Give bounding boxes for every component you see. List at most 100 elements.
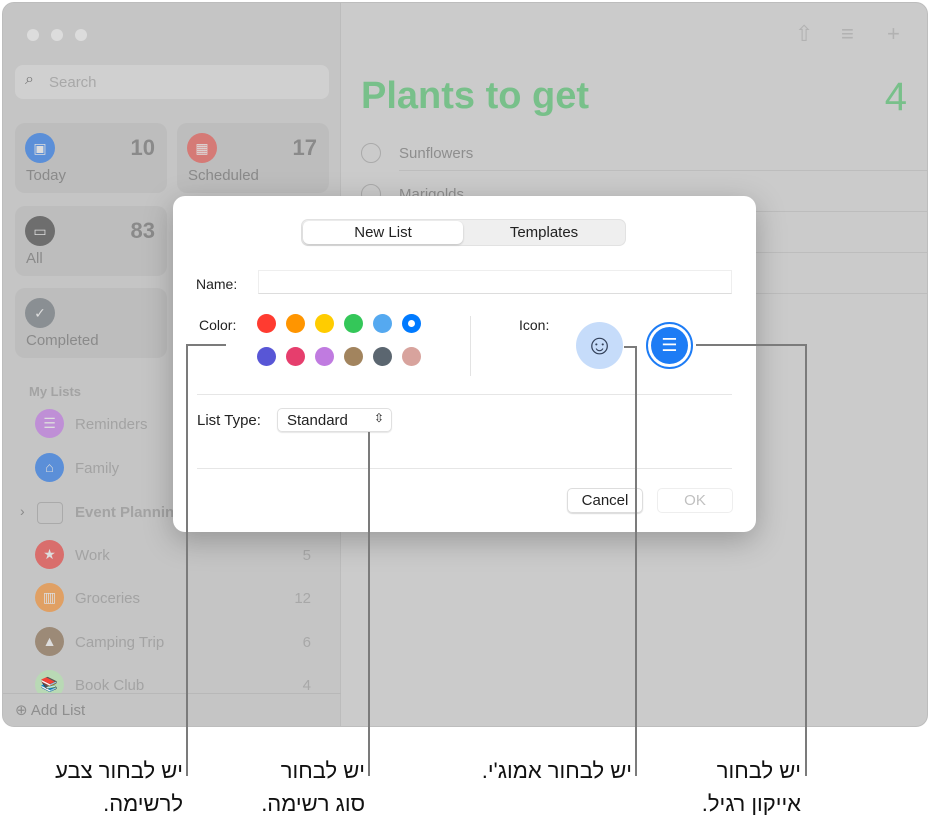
folder-icon <box>37 502 63 524</box>
count: 4 <box>302 677 311 693</box>
list-count: 4 <box>884 75 907 119</box>
callout-line <box>368 432 370 776</box>
color-swatch[interactable] <box>402 314 421 333</box>
divider <box>197 394 732 395</box>
count: 12 <box>294 590 311 607</box>
my-lists-header: My Lists <box>29 384 82 399</box>
label: Book Club <box>75 677 145 693</box>
color-swatch[interactable] <box>402 347 421 366</box>
divider <box>3 693 341 694</box>
smart-list-all[interactable]: ▭ 83 All <box>15 206 167 276</box>
list-item-book-club[interactable]: 📚 Book Club 4 <box>3 665 341 693</box>
minimize-button[interactable] <box>51 29 63 41</box>
callout-line <box>696 344 806 346</box>
color-swatch[interactable] <box>257 314 276 333</box>
label: Today <box>26 167 67 184</box>
new-list-dialog: New List Templates Name: Color: Icon: ☺ … <box>173 196 756 532</box>
checkbox[interactable] <box>361 143 381 163</box>
search-placeholder: Search <box>49 74 97 91</box>
reminder-title: Sunflowers <box>399 145 474 162</box>
ok-button[interactable]: OK <box>657 488 733 513</box>
tent-icon: ▲ <box>35 627 64 656</box>
smart-list-today[interactable]: ▣ 10 Today <box>15 123 167 193</box>
count: 17 <box>292 135 317 160</box>
smiley-icon: ☺ <box>585 329 614 360</box>
callout-emoji: יש לבחור אמוג'י. <box>481 758 632 783</box>
color-swatch[interactable] <box>373 314 392 333</box>
calendar-icon: ▦ <box>187 133 217 163</box>
color-swatch[interactable] <box>286 314 305 333</box>
color-swatch[interactable] <box>315 347 334 366</box>
color-swatch[interactable] <box>373 347 392 366</box>
divider <box>197 468 732 469</box>
color-swatch[interactable] <box>315 314 334 333</box>
callout-line <box>635 346 637 776</box>
smart-list-completed[interactable]: ✓ Completed <box>15 288 167 358</box>
count: 10 <box>130 135 155 160</box>
search-icon: ⌕ <box>25 71 34 88</box>
list-icon: ☰ <box>35 409 64 438</box>
add-list-label: Add List <box>30 702 86 719</box>
search-input[interactable]: ⌕ Search <box>15 65 329 99</box>
list-icon: ☰ <box>651 327 688 364</box>
color-swatch[interactable] <box>344 347 363 366</box>
close-button[interactable] <box>27 29 39 41</box>
callout-line <box>805 344 807 776</box>
count: 6 <box>302 634 311 651</box>
label: Scheduled <box>188 167 259 184</box>
label: Camping Trip <box>75 634 165 651</box>
emoji-icon-button[interactable]: ☺ <box>576 322 623 369</box>
zoom-button[interactable] <box>75 29 87 41</box>
callout-line <box>187 344 226 346</box>
star-icon: ★ <box>35 540 64 569</box>
reminder-item[interactable]: Sunflowers <box>361 137 927 178</box>
label: All <box>26 250 43 267</box>
tray-icon: ▭ <box>25 216 55 246</box>
divider <box>399 170 927 171</box>
chevron-right-icon[interactable]: › <box>20 503 25 519</box>
color-swatch[interactable] <box>286 347 305 366</box>
callout-color: יש לבחור צבע לרשימה. <box>55 758 183 816</box>
callout-standard-icon: יש לבחור אייקון רגיל. <box>701 758 801 816</box>
list-options-icon[interactable]: ≡ <box>841 21 854 47</box>
label: Groceries <box>75 590 141 607</box>
add-list-button[interactable]: ⊕ Add List <box>15 701 85 719</box>
cancel-button[interactable]: Cancel <box>567 488 643 513</box>
callout-line <box>186 344 188 776</box>
list-type-label: List Type: <box>197 412 261 429</box>
color-swatch[interactable] <box>344 314 363 333</box>
callout-list-type: יש לבחור סוג רשימה. <box>261 758 365 816</box>
count: 5 <box>302 547 311 564</box>
label: Reminders <box>75 416 148 433</box>
list-item-work[interactable]: ★ Work 5 <box>3 535 341 575</box>
chevron-up-down-icon: ⇳ <box>373 411 384 425</box>
smart-list-scheduled[interactable]: ▦ 17 Scheduled <box>177 123 329 193</box>
list-type-value: Standard <box>287 412 348 429</box>
tab-new-list[interactable]: New List <box>303 221 463 244</box>
name-input[interactable] <box>258 270 732 294</box>
label: Family <box>75 460 120 477</box>
selected-indicator <box>408 320 415 327</box>
tab-templates[interactable]: Templates <box>464 221 624 244</box>
list-item-groceries[interactable]: ▥ Groceries 12 <box>3 578 341 618</box>
color-label: Color: <box>199 317 237 333</box>
checkmark-icon: ✓ <box>25 298 55 328</box>
list-type-select[interactable]: Standard ⇳ <box>277 408 392 432</box>
list-item-camping-trip[interactable]: ▲ Camping Trip 6 <box>3 622 341 662</box>
label: Work <box>75 547 110 564</box>
standard-icon-button[interactable]: ☰ <box>646 322 693 369</box>
calendar-today-icon: ▣ <box>25 133 55 163</box>
plus-circle-icon: ⊕ <box>15 702 28 719</box>
count: 83 <box>130 218 155 243</box>
label: Completed <box>26 332 99 349</box>
add-reminder-icon[interactable]: + <box>887 21 900 47</box>
divider <box>470 316 471 376</box>
label: Event Planning <box>75 504 184 521</box>
house-icon: ⌂ <box>35 453 64 482</box>
icon-label: Icon: <box>519 317 550 333</box>
share-icon[interactable]: ⇧ <box>795 21 813 47</box>
list-title: Plants to get <box>361 75 590 117</box>
segmented-control: New List Templates <box>301 219 626 246</box>
color-swatch[interactable] <box>257 347 276 366</box>
books-icon: 📚 <box>35 670 64 693</box>
